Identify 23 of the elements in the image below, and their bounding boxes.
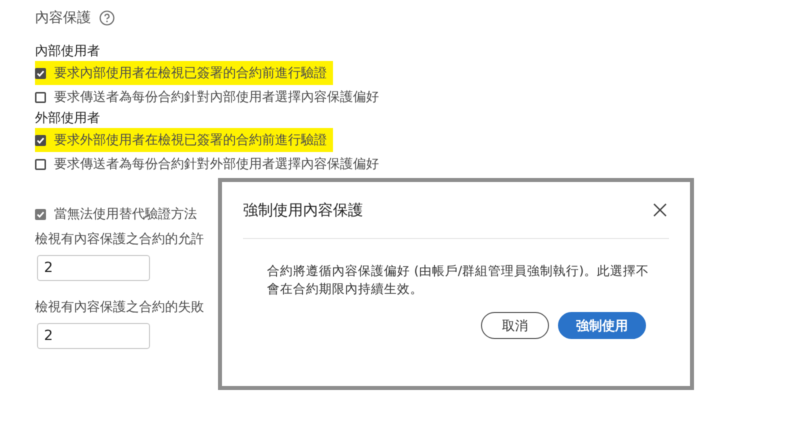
option-label: 當無法使用替代驗證方法: [54, 206, 197, 223]
field-label: 檢視有內容保護之合約的失敗: [35, 299, 205, 317]
option-label: 要求內部使用者在檢視已簽署的合約前進行驗證: [54, 65, 327, 82]
help-icon[interactable]: [99, 10, 115, 26]
group-heading: 外部使用者: [35, 110, 101, 128]
field-label: 檢視有內容保護之合約的允許: [35, 231, 205, 249]
checkbox[interactable]: [35, 208, 46, 220]
checkbox[interactable]: [35, 68, 46, 78]
cancel-button[interactable]: 取消: [481, 312, 549, 339]
checkbox[interactable]: [35, 158, 46, 170]
close-icon[interactable]: [653, 203, 667, 217]
checkbox[interactable]: [35, 134, 46, 146]
option-label: 要求傳送者為每份合約針對內部使用者選擇內容保護偏好: [54, 89, 379, 106]
dialog-title: 強制使用內容保護: [243, 200, 363, 220]
enforce-button[interactable]: 強制使用: [558, 312, 646, 339]
option-label: 要求外部使用者在檢視已簽署的合約前進行驗證: [54, 132, 327, 149]
number-field[interactable]: 2: [37, 255, 150, 281]
number-field[interactable]: 2: [37, 323, 150, 349]
dialog-message: 合約將遵循內容保護偏好 (由帳戶/群組管理員強制執行)。此選擇不會在合約期限內持續生效。: [267, 262, 650, 298]
section-title: 內容保護: [35, 9, 91, 27]
group-heading: 內部使用者: [35, 43, 101, 61]
checkbox[interactable]: [35, 92, 46, 102]
option-label: 要求傳送者為每份合約針對外部使用者選擇內容保護偏好: [54, 156, 379, 173]
